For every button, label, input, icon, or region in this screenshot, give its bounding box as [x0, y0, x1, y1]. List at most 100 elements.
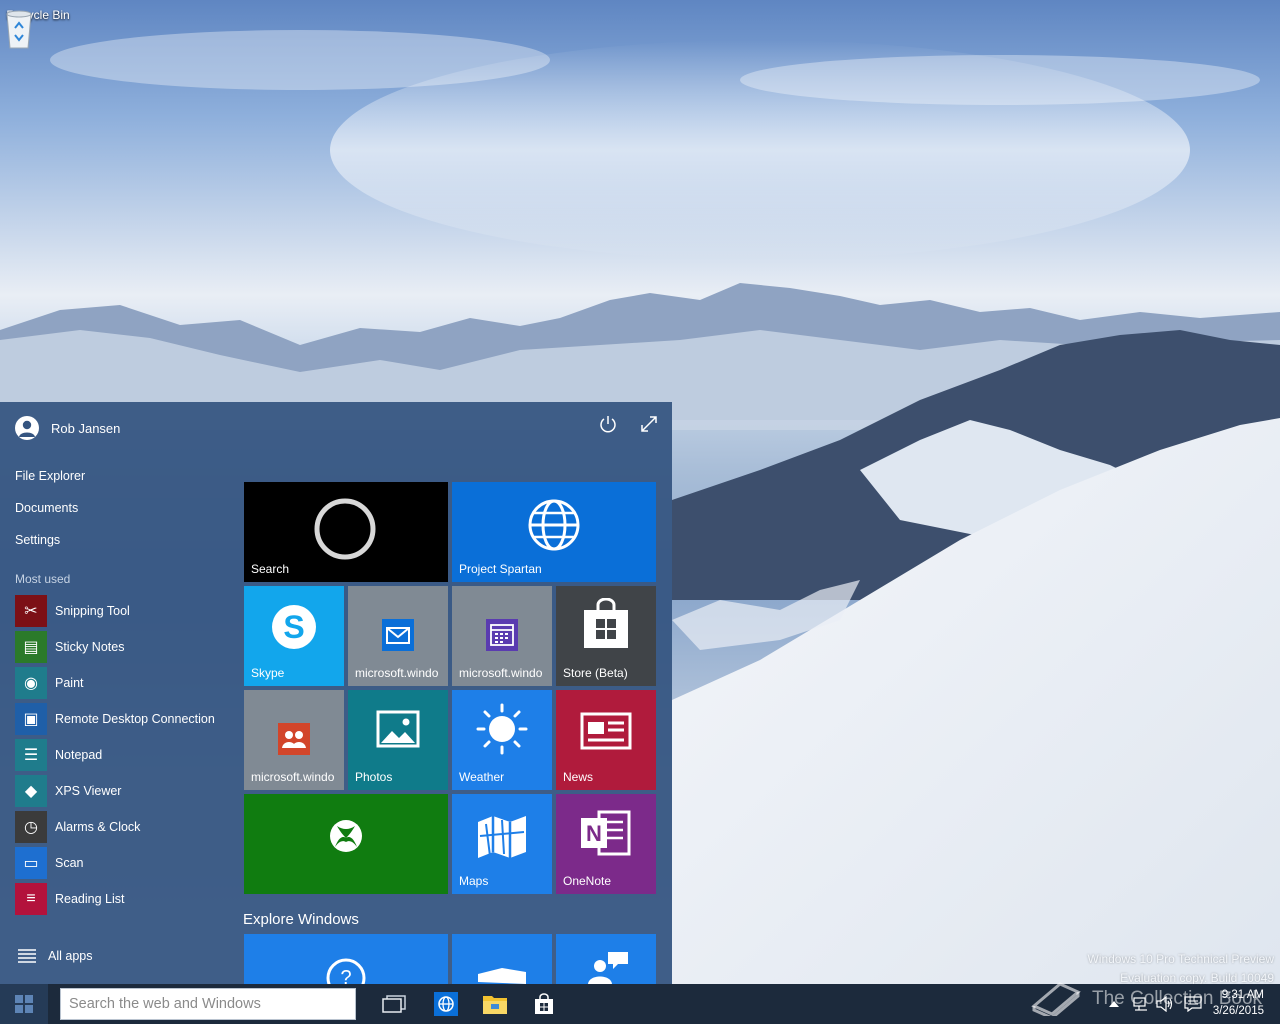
map-icon [478, 816, 526, 858]
tile-calendar[interactable]: microsoft.windo [452, 586, 552, 686]
user-name: Rob Jansen [51, 420, 121, 436]
tile-project-spartan[interactable]: Project Spartan [452, 482, 656, 582]
tile-search[interactable]: Search [244, 482, 448, 582]
power-icon[interactable] [598, 414, 618, 434]
taskbar-project-spartan[interactable] [422, 984, 470, 1024]
most-used-app-scan[interactable]: ▭ Scan [15, 847, 84, 879]
task-view-icon [382, 995, 406, 1013]
most-used-heading: Most used [15, 572, 71, 586]
most-used-app-sticky-notes[interactable]: ▤ Sticky Notes [15, 631, 124, 663]
most-used-app-paint[interactable]: ◉ Paint [15, 667, 84, 699]
collection-book-watermark: The Collection Book [1030, 976, 1270, 1016]
scanner-icon: ▭ [15, 847, 47, 879]
app-label: XPS Viewer [55, 784, 122, 798]
task-view-button[interactable] [370, 984, 418, 1024]
recycle-bin-icon [6, 10, 32, 49]
sticky-note-icon: ▤ [15, 631, 47, 663]
taskbar-file-explorer[interactable] [471, 984, 519, 1024]
tile-onenote-label: OneNote [563, 874, 612, 888]
app-label: Sticky Notes [55, 640, 125, 654]
most-used-app-notepad[interactable]: ☰ Notepad [15, 739, 102, 771]
tile-onenote[interactable]: N OneNote [556, 794, 656, 894]
watermark-edition: Windows 10 Pro Technical Preview [1087, 952, 1274, 966]
feedback-icon [478, 968, 526, 984]
sun-icon [476, 703, 528, 755]
all-apps-label: All apps [48, 949, 93, 963]
settings-link[interactable]: Settings [15, 533, 60, 547]
remote-desktop-icon: ▣ [15, 703, 47, 735]
most-used-app-xps-viewer[interactable]: ◆ XPS Viewer [15, 775, 121, 807]
tile-maps[interactable]: Maps [452, 794, 552, 894]
documents-link[interactable]: Documents [15, 501, 78, 515]
people-icon [278, 723, 310, 755]
help-icon: ? [326, 958, 366, 984]
palette-icon: ◉ [15, 667, 47, 699]
globe-icon [528, 499, 580, 551]
svg-text:N: N [586, 821, 602, 846]
tile-maps-label: Maps [459, 874, 489, 888]
search-input[interactable] [67, 991, 351, 1017]
alarm-clock-icon: ◷ [15, 811, 47, 843]
svg-text:S: S [283, 609, 304, 645]
photos-icon [376, 710, 420, 748]
tile-photos-label: Photos [355, 770, 393, 784]
tile-people[interactable]: microsoft.windo [244, 690, 344, 790]
expand-icon[interactable] [639, 414, 659, 434]
most-used-app-snipping-tool[interactable]: ✂ Snipping Tool [15, 595, 130, 627]
calendar-icon [486, 619, 518, 651]
tile-windows-feedback[interactable] [452, 934, 552, 984]
windows-logo-icon [15, 995, 33, 1013]
reading-list-icon: ≡ [15, 883, 47, 915]
tile-store[interactable]: Store (Beta) [556, 586, 656, 686]
folder-icon [483, 996, 507, 1014]
most-used-app-alarms-clock[interactable]: ◷ Alarms & Clock [15, 811, 140, 843]
tile-skype-label: Skype [251, 666, 285, 680]
tile-store-label: Store (Beta) [563, 666, 628, 680]
list-icon [18, 949, 36, 963]
tile-people-label: microsoft.windo [251, 770, 335, 784]
tile-photos[interactable]: Photos [348, 690, 448, 790]
tile-xbox[interactable] [244, 794, 448, 894]
tile-mail[interactable]: microsoft.windo [348, 586, 448, 686]
most-used-app-remote-desktop-connection[interactable]: ▣ Remote Desktop Connection [15, 703, 215, 735]
app-label: Remote Desktop Connection [55, 712, 215, 726]
onenote-icon: N [581, 810, 631, 856]
support-chat-icon [588, 952, 628, 984]
svg-text:?: ? [340, 967, 351, 984]
mail-icon [382, 619, 414, 651]
app-label: Snipping Tool [55, 604, 130, 618]
app-label: Scan [55, 856, 84, 870]
recycle-bin[interactable]: Recycle Bin [4, 8, 72, 49]
browser-globe-icon [434, 992, 458, 1016]
user-avatar-icon [15, 416, 39, 440]
notepad-icon: ☰ [15, 739, 47, 771]
tile-weather[interactable]: Weather [452, 690, 552, 790]
app-label: Reading List [55, 892, 125, 906]
app-label: Alarms & Clock [55, 820, 141, 834]
app-label: Notepad [55, 748, 103, 762]
tile-mail-label: microsoft.windo [355, 666, 439, 680]
taskbar-search-box[interactable] [60, 988, 356, 1020]
tile-get-started[interactable]: ? [244, 934, 448, 984]
xps-icon: ◆ [15, 775, 47, 807]
taskbar-store[interactable] [520, 984, 568, 1024]
store-bag-icon [535, 993, 553, 1014]
tile-search-label: Search [251, 562, 290, 576]
explore-windows-heading: Explore Windows [243, 911, 359, 928]
collection-book-text: The Collection Book [1092, 988, 1263, 1009]
tile-weather-label: Weather [459, 770, 505, 784]
xbox-icon [330, 820, 362, 852]
tile-project-spartan-label: Project Spartan [459, 562, 542, 576]
scissors-icon: ✂ [15, 595, 47, 627]
tile-news[interactable]: News [556, 690, 656, 790]
tile-calendar-label: microsoft.windo [459, 666, 543, 680]
most-used-app-reading-list[interactable]: ≡ Reading List [15, 883, 125, 915]
tile-news-label: News [563, 770, 594, 784]
tile-contact-support[interactable] [556, 934, 656, 984]
all-apps-button[interactable]: All apps [18, 949, 92, 963]
user-account[interactable]: Rob Jansen [15, 416, 120, 440]
news-icon [580, 712, 632, 750]
file-explorer-link[interactable]: File Explorer [15, 469, 85, 483]
start-button[interactable] [0, 984, 48, 1024]
tile-skype[interactable]: S Skype [244, 586, 344, 686]
